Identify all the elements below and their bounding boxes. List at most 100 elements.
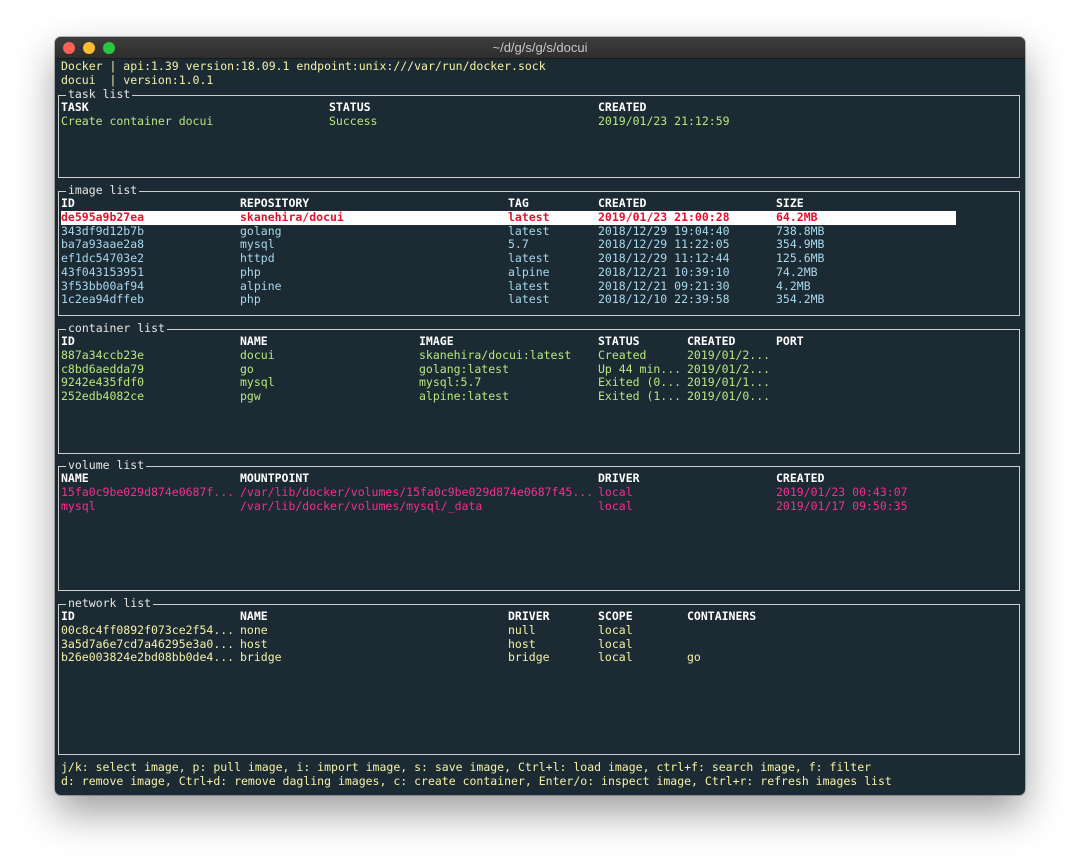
image-row-size[interactable]: 354.9MB xyxy=(776,237,824,252)
image-row-size[interactable]: 4.2MB xyxy=(776,279,811,294)
container-row-image[interactable]: skanehira/docui:latest xyxy=(419,348,571,363)
column-header-created: CREATED xyxy=(598,100,647,114)
container-row-id[interactable]: c8bd6aedda79 xyxy=(61,362,144,377)
task-row-status[interactable]: Success xyxy=(329,114,377,129)
column-header-repository: REPOSITORY xyxy=(240,196,310,210)
container-row-id[interactable]: 9242e435fdf0 xyxy=(61,375,144,390)
container-row-image[interactable]: alpine:latest xyxy=(419,389,509,404)
network-row-name[interactable]: host xyxy=(240,637,268,652)
column-header-tag: TAG xyxy=(508,196,529,210)
volume-row-created[interactable]: 2019/01/17 09:50:35 xyxy=(776,499,908,514)
network-row-scope[interactable]: local xyxy=(598,650,633,665)
help-line-1: j/k: select image, p: pull image, i: imp… xyxy=(61,760,872,774)
column-header-status: STATUS xyxy=(598,334,640,348)
terminal-window: ~/d/g/s/g/s/docui Docker | api:1.39 vers… xyxy=(55,37,1025,795)
image-row-id[interactable]: 3f53bb00af94 xyxy=(61,279,144,294)
image-row-tag[interactable]: latest xyxy=(508,210,550,225)
column-header-id: ID xyxy=(61,334,75,348)
container-row-name[interactable]: pgw xyxy=(240,389,261,404)
image-row-id[interactable]: ef1dc54703e2 xyxy=(61,251,144,266)
image-row-tag[interactable]: latest xyxy=(508,251,550,266)
container-list-title: container list xyxy=(66,321,167,336)
container-row-id[interactable]: 887a34ccb23e xyxy=(61,348,144,363)
column-header-name: NAME xyxy=(240,334,268,348)
task-row-task[interactable]: Create container docui xyxy=(61,114,213,129)
container-row-image[interactable]: golang:latest xyxy=(419,362,509,377)
container-row-name[interactable]: mysql xyxy=(240,375,275,390)
container-row-id[interactable]: 252edb4082ce xyxy=(61,389,144,404)
image-row-repository[interactable]: httpd xyxy=(240,251,275,266)
volume-row-driver[interactable]: local xyxy=(598,485,633,500)
image-row-created[interactable]: 2018/12/29 11:22:05 xyxy=(598,237,730,252)
container-row-status[interactable]: Up 44 min... xyxy=(598,362,681,377)
network-row-name[interactable]: none xyxy=(240,623,268,638)
image-row-repository[interactable]: skanehira/docui xyxy=(240,210,344,225)
volume-row-mountpoint[interactable]: /var/lib/docker/volumes/mysql/_data xyxy=(240,499,482,514)
image-row-repository[interactable]: php xyxy=(240,265,261,280)
network-row-driver[interactable]: bridge xyxy=(508,650,550,665)
image-row-repository[interactable]: golang xyxy=(240,224,282,239)
container-row-image[interactable]: mysql:5.7 xyxy=(419,375,481,390)
image-row-id[interactable]: 43f043153951 xyxy=(61,265,144,280)
image-row-created[interactable]: 2018/12/10 22:39:58 xyxy=(598,292,730,307)
task-list-panel[interactable]: task list xyxy=(58,87,1020,178)
network-row-id[interactable]: b26e003824e2bd08bb0de4... xyxy=(61,650,234,665)
volume-row-mountpoint[interactable]: /var/lib/docker/volumes/15fa0c9be029d874… xyxy=(240,485,593,500)
volume-row-created[interactable]: 2019/01/23 00:43:07 xyxy=(776,485,908,500)
container-row-created[interactable]: 2019/01/2... xyxy=(687,348,770,363)
network-row-driver[interactable]: host xyxy=(508,637,536,652)
help-line-2: d: remove image, Ctrl+d: remove dagling … xyxy=(61,773,892,788)
column-header-status: STATUS xyxy=(329,100,371,114)
image-row-id[interactable]: de595a9b27ea xyxy=(61,210,144,225)
column-header-task: TASK xyxy=(61,100,89,114)
image-row-size[interactable]: 64.2MB xyxy=(776,210,818,225)
network-row-containers[interactable]: go xyxy=(687,650,701,665)
docui-version-line: docui | version:1.0.1 xyxy=(61,72,214,87)
container-row-name[interactable]: go xyxy=(240,362,254,377)
network-row-name[interactable]: bridge xyxy=(240,650,282,665)
image-row-created[interactable]: 2018/12/29 11:12:44 xyxy=(598,251,730,266)
volume-row-name[interactable]: 15fa0c9be029d874e0687f... xyxy=(61,485,234,500)
image-row-repository[interactable]: php xyxy=(240,292,261,307)
image-row-size[interactable]: 74.2MB xyxy=(776,265,818,280)
image-row-id[interactable]: 343df9d12b7b xyxy=(61,224,144,239)
network-row-id[interactable]: 3a5d7a6e7cd7a46295e3a0... xyxy=(61,637,234,652)
image-row-created[interactable]: 2018/12/21 09:21:30 xyxy=(598,279,730,294)
container-row-created[interactable]: 2019/01/1... xyxy=(687,375,770,390)
image-row-size[interactable]: 354.2MB xyxy=(776,292,824,307)
image-row-tag[interactable]: 5.7 xyxy=(508,237,529,252)
image-row-created[interactable]: 2018/12/29 19:04:40 xyxy=(598,224,730,239)
network-row-driver[interactable]: null xyxy=(508,623,536,638)
column-header-name: NAME xyxy=(240,609,268,623)
container-row-created[interactable]: 2019/01/2... xyxy=(687,362,770,377)
volume-row-name[interactable]: mysql xyxy=(61,499,96,514)
container-row-status[interactable]: Created xyxy=(598,348,646,363)
image-row-tag[interactable]: latest xyxy=(508,292,550,307)
column-header-driver: DRIVER xyxy=(598,471,640,485)
image-row-id[interactable]: 1c2ea94dffeb xyxy=(61,292,144,307)
network-row-scope[interactable]: local xyxy=(598,623,633,638)
network-row-scope[interactable]: local xyxy=(598,637,633,652)
network-row-id[interactable]: 00c8c4ff0892f073ce2f54... xyxy=(61,623,234,638)
container-row-name[interactable]: docui xyxy=(240,348,275,363)
image-list-title: image list xyxy=(66,183,140,198)
image-row-created[interactable]: 2019/01/23 21:00:28 xyxy=(598,210,730,225)
image-row-tag[interactable]: latest xyxy=(508,224,550,239)
image-row-tag[interactable]: alpine xyxy=(508,265,550,280)
column-header-id: ID xyxy=(61,609,75,623)
container-row-created[interactable]: 2019/01/0... xyxy=(687,389,770,404)
image-row-tag[interactable]: latest xyxy=(508,279,550,294)
container-row-status[interactable]: Exited (0... xyxy=(598,375,681,390)
container-row-status[interactable]: Exited (1... xyxy=(598,389,681,404)
image-row-size[interactable]: 125.6MB xyxy=(776,251,824,266)
volume-row-driver[interactable]: local xyxy=(598,499,633,514)
image-row-created[interactable]: 2018/12/21 10:39:10 xyxy=(598,265,730,280)
image-row-repository[interactable]: alpine xyxy=(240,279,282,294)
image-row-id[interactable]: ba7a93aae2a8 xyxy=(61,237,144,252)
image-row-repository[interactable]: mysql xyxy=(240,237,275,252)
task-row-created[interactable]: 2019/01/23 21:12:59 xyxy=(598,114,730,129)
column-header-driver: DRIVER xyxy=(508,609,550,623)
column-header-id: ID xyxy=(61,196,75,210)
image-row-size[interactable]: 738.8MB xyxy=(776,224,824,239)
docui-terminal: Docker | api:1.39 version:18.09.1 endpoi… xyxy=(55,59,1025,795)
